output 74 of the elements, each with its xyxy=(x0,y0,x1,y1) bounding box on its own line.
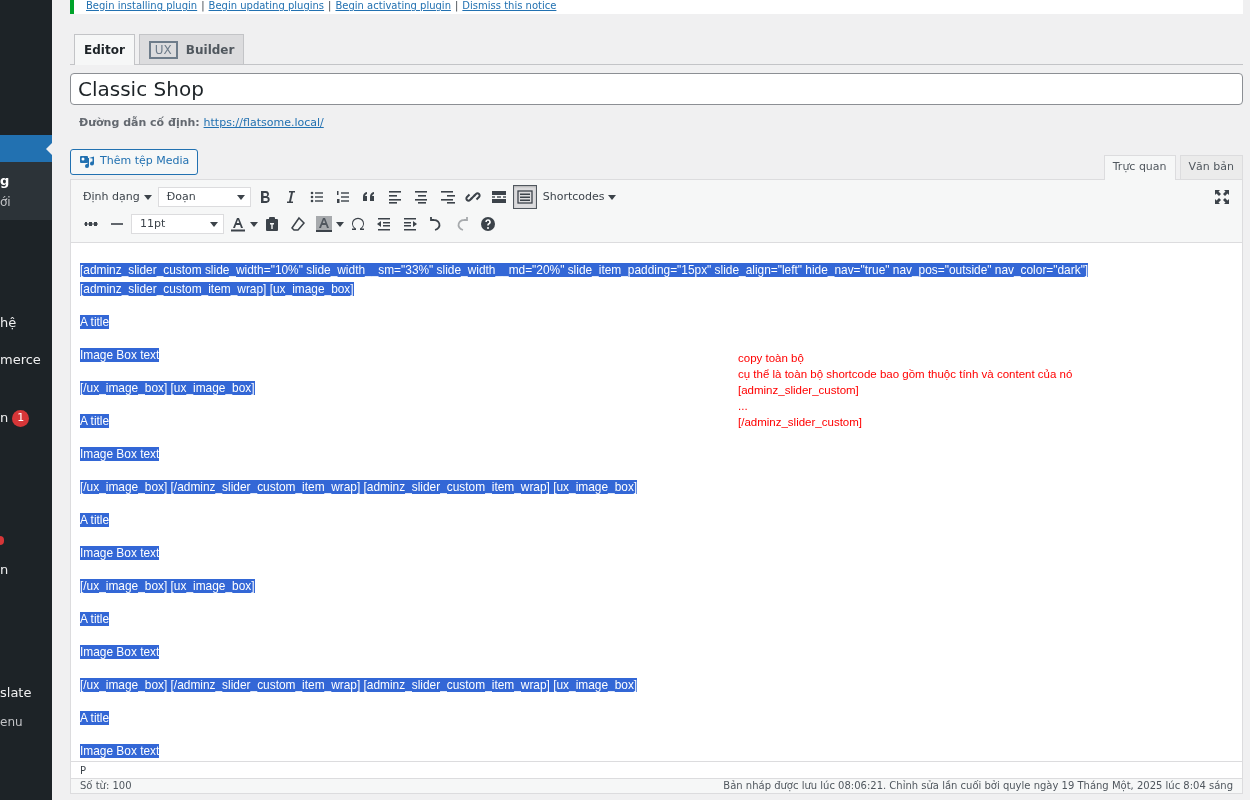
link-icon[interactable] xyxy=(464,189,481,205)
separator-text: | xyxy=(455,0,459,11)
paste-text-icon[interactable] xyxy=(264,216,280,232)
notice-link[interactable]: Dismiss this notice xyxy=(462,0,557,11)
autosave-status: Bản nháp được lưu lúc 08:06:21. Chỉnh sửa lần cuối bởi quyle ngày 19 Tháng Một, 2025 lúc 8:04 sáng xyxy=(723,779,1233,792)
selected-text: Image Box text xyxy=(80,446,160,461)
menu-item[interactable]: merce xyxy=(0,350,41,370)
separator-text: | xyxy=(201,0,205,11)
align-left-icon[interactable] xyxy=(386,189,403,205)
selected-text: [/ux_image_box] [/adminz_slider_custom_item_wrap] [adminz_slider_custom_item_wrap] [ux_image_box] xyxy=(80,677,638,692)
notice-link[interactable]: Begin activating plugin xyxy=(335,0,451,11)
selected-text: Image Box text xyxy=(80,545,160,560)
selected-text: Image Box text xyxy=(80,347,160,362)
selected-text: [/ux_image_box] [ux_image_box] xyxy=(80,578,255,593)
numbered-list-icon[interactable] xyxy=(334,189,351,205)
notice-link[interactable]: Begin installing plugin xyxy=(86,0,198,11)
paragraph-select[interactable]: Đoạn xyxy=(157,187,251,207)
collapse-menu-link[interactable]: enu xyxy=(0,713,23,731)
background-color-icon[interactable] xyxy=(316,216,332,232)
eraser-icon[interactable] xyxy=(290,216,306,232)
omega-icon[interactable] xyxy=(350,216,366,232)
permalink-label: Đường dẫn cố định: xyxy=(79,116,200,129)
menu-item[interactable]: n xyxy=(0,560,9,580)
editor-tab[interactable]: UX Builder xyxy=(138,34,245,64)
separator-text: | xyxy=(328,0,332,11)
editor-mode-tab[interactable]: Trực quan xyxy=(1103,154,1176,180)
align-center-icon[interactable] xyxy=(412,189,429,205)
word-count: Số từ: 100 xyxy=(80,779,132,792)
selected-text: A title xyxy=(80,413,110,428)
selected-text: Image Box text xyxy=(80,743,160,758)
selected-text: A title xyxy=(80,314,110,329)
shortcodes-menu[interactable]: Shortcodes xyxy=(538,188,621,206)
add-media-button[interactable]: Thêm tệp Media xyxy=(70,148,199,175)
annotation-text: cụ thể là toàn bộ shortcode bao gồm thuộc tính và content của nó xyxy=(738,366,1073,382)
bullet-list-icon[interactable] xyxy=(308,189,325,205)
editor-mode-tab[interactable]: Văn bản xyxy=(1179,154,1243,179)
help-icon[interactable] xyxy=(480,216,496,232)
selected-text: A title xyxy=(80,611,110,626)
selected-text: A title xyxy=(80,710,110,725)
text-color-icon[interactable] xyxy=(230,216,246,232)
menu-item-highlight[interactable] xyxy=(0,135,52,162)
permalink-link[interactable]: https://flatsome.local/ xyxy=(203,116,324,129)
ux-logo: UX xyxy=(148,40,178,59)
format-menu[interactable]: Định dạng xyxy=(79,188,156,206)
notice-link[interactable]: Begin updating plugins xyxy=(208,0,325,11)
outdent-icon[interactable] xyxy=(376,216,392,232)
indent-icon[interactable] xyxy=(402,216,418,232)
submenu-item[interactable]: ới xyxy=(0,192,11,211)
editor-tab[interactable]: Editor xyxy=(74,34,135,65)
tab-label: Builder xyxy=(185,41,235,59)
element-path: P xyxy=(71,760,1242,778)
selected-text: [adminz_slider_custom_item_wrap] [ux_image_box] xyxy=(80,281,354,296)
selected-text: Image Box text xyxy=(80,644,160,659)
menu-item[interactable]: slate xyxy=(0,683,32,703)
media-icon xyxy=(79,153,95,170)
selected-text: [/ux_image_box] [/adminz_slider_custom_item_wrap] [adminz_slider_custom_item_wrap] [ux_image_box] xyxy=(80,479,638,494)
menu-item[interactable]: n xyxy=(0,408,9,428)
submenu-item[interactable]: g xyxy=(0,170,10,191)
align-right-icon[interactable] xyxy=(438,189,455,205)
count-badge: 1 xyxy=(12,409,30,427)
read-more-icon[interactable] xyxy=(490,189,507,205)
selected-text: A title xyxy=(80,512,110,527)
selected-text: [/ux_image_box] [ux_image_box] xyxy=(80,380,255,395)
annotation-text: ... xyxy=(738,398,749,414)
selected-text: [adminz_slider_custom slide_width="10%" slide_width__sm="33%" slide_width__md="20%" slide_item_padding="15px" slide_align="left" hide_nav="true" nav_pos="outside" nav_color="dark"] xyxy=(80,262,1089,277)
keyboard-icon[interactable] xyxy=(516,189,533,205)
annotation-text: [/adminz_slider_custom] xyxy=(738,414,863,430)
font-size-select[interactable]: 11pt xyxy=(131,214,224,234)
fullscreen-icon[interactable] xyxy=(1214,189,1230,205)
annotation-text: [adminz_slider_custom] xyxy=(738,382,860,398)
tab-label: Editor xyxy=(84,42,125,59)
title-field[interactable]: Classic Shop xyxy=(70,73,1243,105)
annotation-text: copy toàn bộ xyxy=(738,350,805,366)
menu-item[interactable]: hệ xyxy=(0,313,17,333)
